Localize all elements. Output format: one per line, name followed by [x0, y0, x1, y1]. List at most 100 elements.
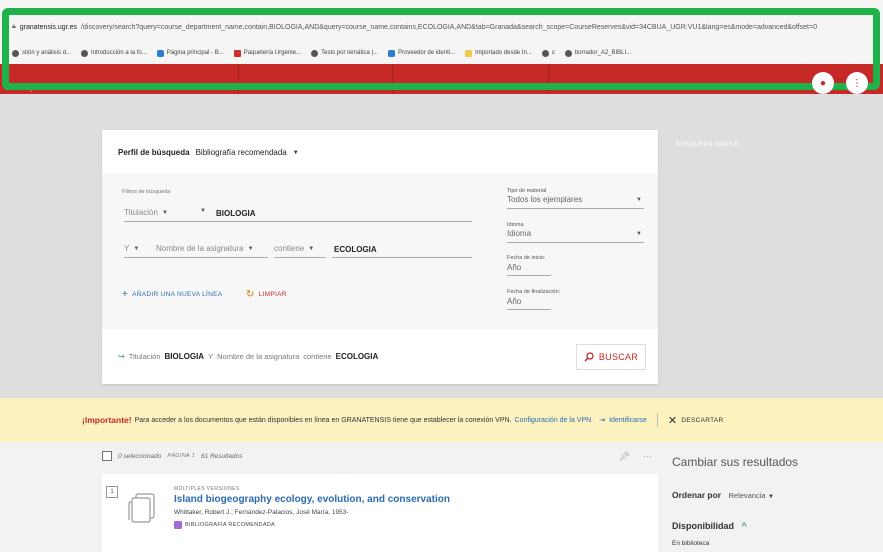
- search-profile-label: Perfil de búsqueda: [118, 148, 190, 157]
- bookmark-item[interactable]: Proveedor de identi...: [388, 49, 455, 57]
- globe-icon: [564, 49, 572, 57]
- input-underline: [124, 221, 472, 222]
- operator-select[interactable]: Y ▼: [124, 244, 139, 253]
- chevron-down-icon: ▼: [161, 209, 168, 216]
- field-select-2[interactable]: Nombre de la asignatura ▼: [156, 244, 254, 253]
- filters-label: Filtros de búsqueda: [122, 189, 171, 195]
- input-underline: [274, 257, 326, 258]
- material-type-label: Tipo de material: [507, 188, 547, 194]
- address-bar[interactable]: 🔒︎ granatensis.ugr.es/discovery/search?q…: [12, 19, 880, 35]
- end-year-input[interactable]: Año: [507, 297, 521, 306]
- results-count: 61 Resultados: [200, 452, 243, 460]
- start-year-input[interactable]: Año: [507, 263, 521, 272]
- app-header: ADA | Universitaria DE COMPRA DATOS: [0, 64, 883, 94]
- arrow-icon: ↪: [118, 352, 125, 361]
- page-icon: [12, 49, 19, 57]
- book-thumbnail-icon: [128, 493, 155, 523]
- multiple-versions-label[interactable]: MÚLTIPLES VERSIONES: [174, 486, 240, 492]
- chevron-down-icon: ▼: [133, 245, 140, 252]
- search-filters: Filtros de búsqueda Titulación ▼ ▼ BIOLO…: [102, 173, 658, 329]
- user-icon: ●: [819, 77, 827, 89]
- advanced-search-card: Perfil de búsqueda Bibliografía recomend…: [102, 130, 658, 384]
- nav-divider: [238, 64, 239, 94]
- chevron-down-icon: ▼: [767, 494, 774, 500]
- close-icon: ✕: [667, 414, 678, 427]
- more-options-icon[interactable]: ···: [643, 451, 652, 461]
- nav-item-purchase[interactable]: DE COMPRA: [352, 84, 391, 90]
- search-icon: [584, 352, 594, 362]
- start-date-label: Fecha de inicio:: [507, 255, 546, 261]
- chevron-down-icon: ▼: [247, 245, 254, 252]
- nav-item-data[interactable]: DATOS: [468, 84, 490, 90]
- courier-icon: [233, 49, 241, 57]
- search-button[interactable]: BUSCAR: [576, 344, 646, 370]
- chevron-down-icon: ▼: [200, 208, 206, 214]
- brand-logo[interactable]: ADA | Universitaria: [6, 83, 84, 92]
- search-profile[interactable]: Perfil de búsqueda Bibliografía recomend…: [118, 148, 299, 157]
- plus-icon: +: [122, 289, 129, 300]
- dismiss-button[interactable]: ✕ DESCARTAR: [668, 414, 724, 427]
- result-type: BIBLIOGRAFÍA RECOMENDADA: [174, 521, 275, 529]
- facet-option[interactable]: En biblioteca: [672, 540, 709, 547]
- result-title[interactable]: Island biogeography ecology, evolution, …: [174, 494, 450, 505]
- vpn-config-link[interactable]: Configuración de la VPN: [515, 417, 592, 424]
- pin-icon[interactable]: 📌︎: [619, 451, 630, 462]
- condition-select-1[interactable]: ▼: [200, 208, 206, 214]
- login-link[interactable]: ⇥ Identificarse: [599, 416, 647, 425]
- end-date-label: Fecha de finalización:: [507, 289, 561, 295]
- input-underline: [507, 275, 551, 276]
- notice-text: Para acceder a los documentos que están …: [134, 416, 512, 424]
- globe-icon: [541, 49, 549, 57]
- bookmark-item[interactable]: Página principal - B...: [156, 49, 224, 57]
- result-authors: Whittaker, Robert J.; Fernández-Palacios…: [174, 509, 349, 516]
- search-profile-value: Bibliografía recomendada: [195, 148, 287, 157]
- material-type-select[interactable]: Todos los ejemplares: [507, 195, 582, 204]
- input-underline: [507, 242, 644, 243]
- input-underline: [507, 208, 644, 209]
- input-underline: [124, 257, 158, 258]
- refine-heading: Cambiar sus resultados: [672, 455, 799, 469]
- menu-icon: ⋮: [852, 77, 862, 89]
- result-item[interactable]: 1 MÚLTIPLES VERSIONES Island biogeograph…: [102, 474, 658, 552]
- input-underline: [332, 257, 472, 258]
- bookmark-item[interactable]: Importado desde In...: [465, 49, 532, 57]
- field-select-1[interactable]: Titulación ▼: [124, 208, 168, 217]
- chevron-up-icon: ^: [741, 521, 747, 531]
- chevron-down-icon: ▼: [292, 149, 299, 156]
- divider: [656, 413, 658, 427]
- bookmark-item[interactable]: stión y análisis d...: [12, 49, 71, 57]
- user-menu-button[interactable]: ●: [812, 72, 834, 94]
- search-term-1[interactable]: BIOLOGIA: [216, 209, 256, 218]
- chevron-down-icon: ▼: [308, 245, 315, 252]
- simple-search-link[interactable]: BÚSQUEDA SIMPLE: [676, 142, 739, 148]
- lock-icon: 🔒︎: [12, 23, 16, 30]
- bookmark-item[interactable]: Paquetería Urgente...: [233, 49, 301, 57]
- reset-icon: ↻: [246, 289, 255, 300]
- availability-facet[interactable]: Disponibilidad ^: [672, 521, 747, 531]
- result-number: 1: [106, 486, 118, 498]
- bookmark-item[interactable]: borrador_A2_BIBLI...: [564, 49, 631, 57]
- sign-in-icon: ⇥: [599, 417, 606, 424]
- folder-icon: [465, 49, 473, 57]
- more-menu-button[interactable]: ⋮: [846, 72, 868, 94]
- add-line-button[interactable]: + AÑADIR UNA NUEVA LÍNEA: [122, 289, 222, 300]
- bookmark-item[interactable]: c: [541, 49, 555, 57]
- select-all-checkbox[interactable]: [102, 451, 112, 461]
- language-select[interactable]: Idioma: [507, 229, 531, 238]
- bookmark-item[interactable]: Tests por temática |...: [311, 49, 378, 57]
- results-toolbar: 0 seleccionado PÁGINA 1 61 Resultados 📌︎…: [102, 444, 658, 468]
- vpn-notice: ¡Importante! Para acceder a los document…: [0, 398, 883, 442]
- language-label: Idioma: [507, 222, 524, 228]
- id-icon: [388, 49, 396, 57]
- condition-select-2[interactable]: contiene ▼: [274, 244, 314, 253]
- clear-button[interactable]: ↻ LIMPIAR: [246, 289, 287, 300]
- bookmark-item[interactable]: Introducción a la fo...: [81, 49, 147, 57]
- sort-select[interactable]: Ordenar por Relevancia ▼: [672, 490, 774, 500]
- search-term-2[interactable]: ECOLOGIA: [334, 245, 377, 254]
- selected-count: 0 seleccionado: [118, 452, 162, 460]
- resource-type-icon: [174, 521, 182, 529]
- nav-divider: [548, 64, 549, 94]
- globe-icon: [311, 49, 319, 57]
- page-indicator: PÁGINA 1: [167, 453, 195, 459]
- notice-important: ¡Importante!: [82, 415, 132, 425]
